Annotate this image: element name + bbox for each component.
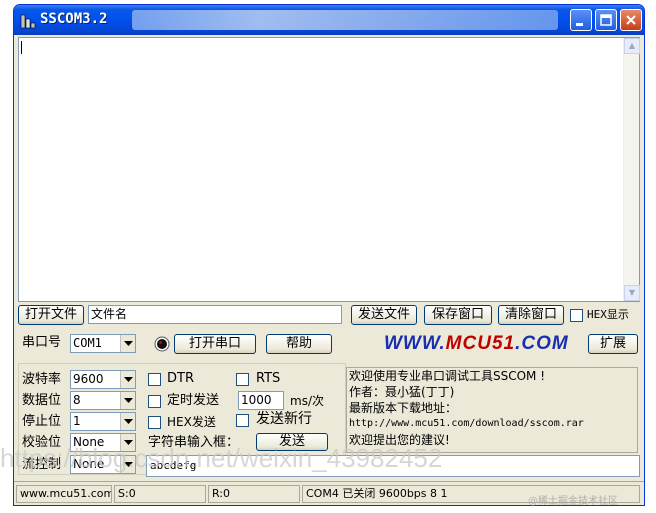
hex-display-checkbox[interactable] [570,309,583,322]
receive-area[interactable]: ▲ ▼ [18,37,640,302]
info-author: 作者：聂小猛(丁丁) [349,385,455,399]
status-received-count: R:0 [208,485,300,503]
close-icon [626,15,636,25]
info-panel: 欢迎使用专业串口调试工具SSCOM ! 作者：聂小猛(丁丁) 最新版本下载地址：… [346,367,638,453]
logo-prefix: WWW. [384,333,446,354]
logo-brand: MCU51 [445,333,516,354]
baud-select[interactable]: 9600 [70,370,136,389]
mcu51-logo[interactable]: WWW.MCU51.COM [384,333,569,355]
port-label: 串口号 [22,335,62,350]
rts-checkbox[interactable] [236,373,249,386]
send-newline-checkbox[interactable] [236,414,249,427]
minimize-icon [576,23,583,26]
watermark-credit: @稀土掘金技术社区 [528,496,618,507]
open-port-button[interactable]: 打开串口 [174,334,256,354]
port-select[interactable]: COM1 [70,334,136,353]
chevron-down-icon [120,335,135,352]
app-icon [20,14,36,29]
dtr-checkbox[interactable] [148,373,161,386]
stop-bits-select[interactable]: 1 [70,412,136,431]
info-download-url[interactable]: http://www.mcu51.com/download/sscom.rar [349,416,637,432]
window-title: SSCOM3.2 [40,11,108,27]
timed-send-label: 定时发送 [167,393,220,408]
watermark-url: https://blog.csdn.net/weixin_43982452 [0,443,443,473]
send-file-button[interactable]: 发送文件 [351,305,417,325]
interval-input[interactable]: 1000 [238,391,284,410]
rts-label: RTS [256,371,281,386]
data-bits-select[interactable]: 8 [70,391,136,410]
text-caret [21,41,22,54]
send-newline-label: 发送新行 [256,411,312,427]
data-bits-value: 8 [73,393,81,407]
clear-window-button[interactable]: 清除窗口 [498,305,564,325]
help-button[interactable]: 帮助 [266,334,332,354]
stop-bits-value: 1 [73,414,81,428]
info-welcome: 欢迎使用专业串口调试工具SSCOM ! [349,369,546,383]
chevron-down-icon [120,413,135,430]
open-file-button[interactable]: 打开文件 [18,305,84,325]
file-name-field[interactable]: 文件名 [88,305,342,324]
data-bits-label: 数据位 [22,393,62,408]
app-window: SSCOM3.2 ▲ ▼ 打开文件 文件名 发送文件 保存窗口 清除窗口 HEX… [13,4,645,506]
port-value: COM1 [73,336,102,350]
status-site: www.mcu51.com [16,485,112,503]
maximize-icon [600,14,612,26]
baud-label: 波特率 [22,372,62,387]
chevron-down-icon [120,371,135,388]
timed-send-checkbox[interactable] [148,395,161,408]
vertical-scrollbar[interactable]: ▲ ▼ [623,38,640,301]
status-sent-count: S:0 [114,485,206,503]
maximize-button[interactable] [595,9,617,31]
port-status-indicator-icon [154,336,170,352]
dtr-label: DTR [167,371,194,386]
expand-button[interactable]: 扩展 [588,334,638,354]
hex-send-checkbox[interactable] [148,416,161,429]
save-window-button[interactable]: 保存窗口 [424,305,492,325]
chevron-down-icon [120,392,135,409]
scroll-down-icon[interactable]: ▼ [624,285,640,301]
stop-bits-label: 停止位 [22,414,62,429]
interval-unit: ms/次 [290,394,324,408]
minimize-button[interactable] [570,9,592,31]
hex-display-label: HEX显示 [587,308,629,321]
info-download-label: 最新版本下载地址： [349,401,458,415]
close-button[interactable] [620,9,642,31]
title-bar[interactable]: SSCOM3.2 [14,5,644,35]
scroll-up-icon[interactable]: ▲ [624,38,640,54]
baud-value: 9600 [73,372,104,386]
title-blur-region [132,10,558,30]
logo-suffix: .COM [515,333,569,354]
hex-send-label: HEX发送 [167,415,216,429]
